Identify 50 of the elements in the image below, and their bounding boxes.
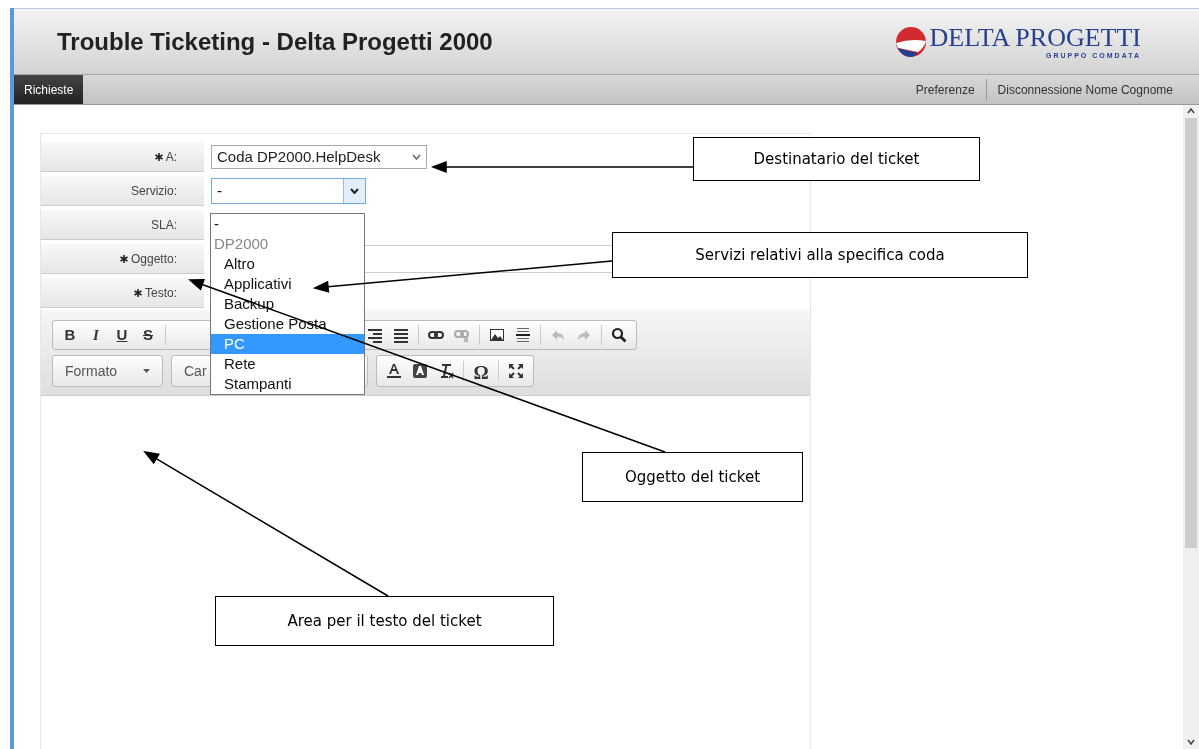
caret-icon	[412, 154, 421, 160]
scrollbar-thumb[interactable]	[1185, 118, 1197, 548]
special-character-button[interactable]: Ω	[468, 359, 494, 383]
nav-tab[interactable]: Richieste	[14, 75, 84, 104]
scroll-down-icon[interactable]	[1187, 739, 1195, 745]
remove-format-icon	[438, 363, 454, 379]
background-color-icon	[412, 363, 428, 379]
scroll-up-icon[interactable]	[1187, 108, 1195, 114]
required-icon	[154, 152, 163, 161]
search-icon	[611, 327, 627, 343]
format-dropdown[interactable]: Formato	[52, 355, 163, 387]
queue-select[interactable]: Coda DP2000.HelpDesk	[211, 145, 427, 169]
image-icon	[489, 327, 505, 343]
dropdown-option[interactable]: Applicativi	[211, 274, 364, 294]
italic-button[interactable]: I	[83, 323, 109, 347]
maximize-icon	[508, 363, 524, 379]
callout-label: Servizi relativi alla specifica coda	[612, 232, 1028, 278]
field-label: Servizio:	[131, 182, 177, 200]
text-color-icon	[386, 363, 402, 379]
scrollbar[interactable]	[1183, 105, 1199, 749]
field-label: A:	[165, 148, 177, 166]
dropdown-option[interactable]: Stampanti	[211, 374, 364, 394]
underline-button[interactable]: U	[109, 323, 135, 347]
callout-label: Oggetto del ticket	[582, 452, 803, 502]
dropdown-option[interactable]: -	[211, 214, 364, 234]
dropdown-option[interactable]: Rete	[211, 354, 364, 374]
option-group-label: DP2000	[213, 234, 270, 254]
redo-icon	[576, 327, 592, 343]
align-right-icon	[367, 327, 383, 343]
justify-icon	[393, 327, 409, 343]
unlink-icon	[454, 327, 470, 343]
page-title: Trouble Ticketing - Delta Progetti 2000	[57, 26, 493, 57]
horizontal-rule-icon	[515, 327, 531, 343]
field-label: Oggetto:	[130, 250, 177, 268]
caret-icon	[143, 369, 150, 373]
logo-globe-icon	[893, 25, 928, 58]
service-select[interactable]: -	[211, 178, 366, 204]
bold-button[interactable]: B	[57, 323, 83, 347]
field-label: SLA:	[151, 216, 177, 234]
caret-icon	[350, 188, 359, 194]
callout-label: Area per il testo del ticket	[215, 596, 554, 646]
field-label: Testo:	[145, 284, 177, 302]
required-icon	[119, 254, 128, 263]
nav-link[interactable]: Disconnessione Nome Cognome	[987, 80, 1183, 99]
logo-text: DELTA PROGETTI	[929, 24, 1141, 51]
required-icon	[134, 288, 142, 297]
callout-label: Destinatario del ticket	[693, 137, 980, 181]
dropdown-option[interactable]: Altro	[211, 254, 364, 274]
strikethrough-button[interactable]: S	[135, 323, 161, 347]
nav-link[interactable]: Preferenze	[905, 80, 985, 99]
